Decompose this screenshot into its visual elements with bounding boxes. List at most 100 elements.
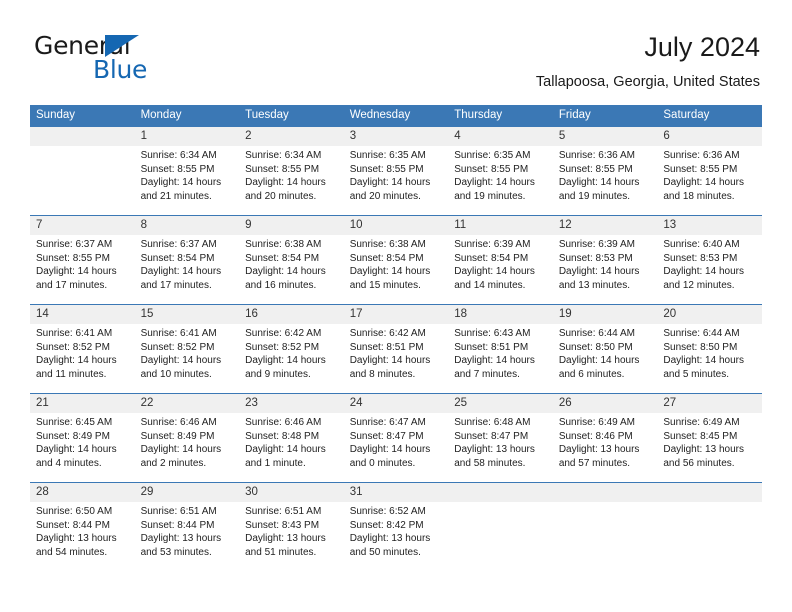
day-details: Sunrise: 6:46 AM Sunset: 8:49 PM Daylight:… [135, 413, 240, 470]
calendar-day-cell-empty [448, 482, 553, 572]
calendar-day-cell[interactable]: 10 Sunrise: 6:38 AM Sunset: 8:54 PM Dayligh… [343, 215, 449, 305]
day-number: 10 [343, 216, 449, 235]
day-details: Sunrise: 6:38 AM Sunset: 8:54 PM Daylight:… [344, 235, 449, 292]
daylight-duration-line2: and 53 minutes. [140, 546, 212, 558]
calendar-day-cell[interactable]: 6 Sunrise: 6:36 AM Sunset: 8:55 PM Daylight… [657, 126, 762, 216]
sunset-time: Sunset: 8:51 PM [454, 341, 529, 353]
daylight-duration-line2: and 19 minutes. [558, 190, 630, 202]
sunrise-time: Sunrise: 6:49 AM [663, 417, 740, 428]
daylight-duration-line2: and 1 minute. [245, 457, 306, 469]
daylight-duration-line2: and 0 minutes. [349, 457, 416, 469]
daylight-duration-line1: Daylight: 14 hours [349, 177, 431, 189]
sunset-time: Sunset: 8:54 PM [140, 252, 215, 264]
day-number: 5 [552, 127, 658, 146]
general-blue-logo[interactable]: General Blue [34, 32, 264, 94]
calendar-day-cell[interactable]: 7 Sunrise: 6:37 AM Sunset: 8:55 PM Daylight… [30, 215, 135, 305]
daylight-duration-line1: Daylight: 14 hours [349, 355, 431, 367]
calendar-day-cell[interactable]: 2 Sunrise: 6:34 AM Sunset: 8:55 PM Daylight… [239, 126, 344, 216]
day-details: Sunrise: 6:46 AM Sunset: 8:48 PM Daylight:… [239, 413, 344, 470]
sunrise-time: Sunrise: 6:37 AM [36, 239, 113, 250]
calendar-table: Sunday Monday Tuesday Wednesday Thursday… [30, 105, 762, 572]
daylight-duration-line2: and 51 minutes. [245, 546, 317, 558]
sunset-time: Sunset: 8:50 PM [558, 341, 633, 353]
sunrise-time: Sunrise: 6:47 AM [349, 417, 426, 428]
day-details: Sunrise: 6:42 AM Sunset: 8:51 PM Daylight:… [344, 324, 449, 381]
daylight-duration-line1: Daylight: 14 hours [245, 444, 326, 456]
sunrise-time: Sunrise: 6:36 AM [558, 150, 635, 161]
sunset-time: Sunset: 8:55 PM [558, 163, 633, 175]
day-details: Sunrise: 6:48 AM Sunset: 8:47 PM Daylight:… [448, 413, 553, 470]
calendar-day-cell[interactable]: 15 Sunrise: 6:41 AM Sunset: 8:52 PM Dayligh… [134, 304, 240, 394]
day-details: Sunrise: 6:35 AM Sunset: 8:55 PM Daylight:… [344, 146, 449, 203]
calendar-day-cell[interactable]: 29 Sunrise: 6:51 AM Sunset: 8:44 PM Dayligh… [134, 482, 240, 572]
sunrise-time: Sunrise: 6:39 AM [454, 239, 531, 250]
calendar-day-cell[interactable]: 21 Sunrise: 6:45 AM Sunset: 8:49 PM Dayligh… [30, 393, 135, 483]
daylight-duration-line1: Daylight: 13 hours [140, 533, 222, 545]
calendar-day-cell[interactable]: 11 Sunrise: 6:39 AM Sunset: 8:54 PM Dayligh… [448, 215, 553, 305]
day-details: Sunrise: 6:37 AM Sunset: 8:54 PM Daylight:… [135, 235, 240, 292]
day-number: 15 [134, 305, 240, 324]
sunset-time: Sunset: 8:45 PM [663, 430, 738, 442]
daylight-duration-line2: and 11 minutes. [36, 368, 107, 380]
daylight-duration-line2: and 56 minutes. [663, 457, 735, 469]
calendar-day-cell[interactable]: 19 Sunrise: 6:44 AM Sunset: 8:50 PM Dayligh… [552, 304, 658, 394]
sunset-time: Sunset: 8:49 PM [140, 430, 215, 442]
calendar-day-cell[interactable]: 18 Sunrise: 6:43 AM Sunset: 8:51 PM Dayligh… [448, 304, 553, 394]
daylight-duration-line2: and 19 minutes. [454, 190, 526, 202]
daylight-duration-line2: and 9 minutes. [245, 368, 311, 380]
calendar-day-cell[interactable]: 17 Sunrise: 6:42 AM Sunset: 8:51 PM Dayligh… [343, 304, 449, 394]
sunrise-time: Sunrise: 6:38 AM [349, 239, 426, 250]
daylight-duration-line1: Daylight: 13 hours [349, 533, 431, 545]
daylight-duration-line1: Daylight: 14 hours [36, 444, 117, 456]
calendar-day-cell[interactable]: 12 Sunrise: 6:39 AM Sunset: 8:53 PM Dayligh… [552, 215, 658, 305]
day-number: 23 [239, 394, 344, 413]
calendar-day-cell[interactable]: 31 Sunrise: 6:52 AM Sunset: 8:42 PM Dayligh… [343, 482, 449, 572]
calendar-day-cell[interactable]: 20 Sunrise: 6:44 AM Sunset: 8:50 PM Dayligh… [657, 304, 762, 394]
sunset-time: Sunset: 8:52 PM [140, 341, 215, 353]
sunset-time: Sunset: 8:53 PM [663, 252, 738, 264]
day-details: Sunrise: 6:38 AM Sunset: 8:54 PM Daylight:… [239, 235, 344, 292]
calendar-day-cell-empty [657, 482, 762, 572]
sunrise-time: Sunrise: 6:50 AM [36, 506, 113, 517]
day-details: Sunrise: 6:41 AM Sunset: 8:52 PM Daylight:… [135, 324, 240, 381]
daylight-duration-line1: Daylight: 14 hours [140, 177, 222, 189]
day-number: 9 [239, 216, 344, 235]
calendar-day-cell-empty [552, 482, 658, 572]
calendar-day-cell[interactable]: 14 Sunrise: 6:41 AM Sunset: 8:52 PM Dayligh… [30, 304, 135, 394]
day-number: 20 [657, 305, 762, 324]
calendar-day-cell[interactable]: 9 Sunrise: 6:38 AM Sunset: 8:54 PM Daylight… [239, 215, 344, 305]
calendar-day-cell[interactable]: 27 Sunrise: 6:49 AM Sunset: 8:45 PM Dayligh… [657, 393, 762, 483]
calendar-day-cell[interactable]: 16 Sunrise: 6:42 AM Sunset: 8:52 PM Dayligh… [239, 304, 344, 394]
sunrise-time: Sunrise: 6:34 AM [140, 150, 217, 161]
daylight-duration-line1: Daylight: 13 hours [663, 444, 744, 456]
sunset-time: Sunset: 8:51 PM [349, 341, 424, 353]
calendar-day-cell[interactable]: 30 Sunrise: 6:51 AM Sunset: 8:43 PM Dayligh… [239, 482, 344, 572]
calendar-day-cell[interactable]: 25 Sunrise: 6:48 AM Sunset: 8:47 PM Dayligh… [448, 393, 553, 483]
calendar-day-cell[interactable]: 8 Sunrise: 6:37 AM Sunset: 8:54 PM Daylight… [134, 215, 240, 305]
daylight-duration-line2: and 14 minutes. [454, 279, 526, 291]
sunset-time: Sunset: 8:55 PM [663, 163, 738, 175]
daylight-duration-line2: and 20 minutes. [349, 190, 421, 202]
day-number: 6 [657, 127, 762, 146]
calendar-day-cell-empty [30, 126, 135, 216]
day-number: 18 [448, 305, 553, 324]
calendar-day-cell[interactable]: 13 Sunrise: 6:40 AM Sunset: 8:53 PM Dayligh… [657, 215, 762, 305]
daylight-duration-line2: and 54 minutes. [36, 546, 108, 558]
calendar-day-cell[interactable]: 1 Sunrise: 6:34 AM Sunset: 8:55 PM Daylight… [134, 126, 240, 216]
day-details: Sunrise: 6:49 AM Sunset: 8:45 PM Daylight:… [657, 413, 762, 470]
calendar-day-cell[interactable]: 4 Sunrise: 6:35 AM Sunset: 8:55 PM Daylight… [448, 126, 553, 216]
calendar-day-cell[interactable]: 3 Sunrise: 6:35 AM Sunset: 8:55 PM Daylight… [343, 126, 449, 216]
calendar-day-cell[interactable]: 5 Sunrise: 6:36 AM Sunset: 8:55 PM Daylight… [552, 126, 658, 216]
calendar-day-cell[interactable]: 24 Sunrise: 6:47 AM Sunset: 8:47 PM Dayligh… [343, 393, 449, 483]
calendar-day-cell[interactable]: 23 Sunrise: 6:46 AM Sunset: 8:48 PM Dayligh… [239, 393, 344, 483]
calendar-day-cell[interactable]: 26 Sunrise: 6:49 AM Sunset: 8:46 PM Dayligh… [552, 393, 658, 483]
sunrise-time: Sunrise: 6:36 AM [663, 150, 740, 161]
calendar-day-cell[interactable]: 28 Sunrise: 6:50 AM Sunset: 8:44 PM Dayligh… [30, 482, 135, 572]
daylight-duration-line2: and 8 minutes. [349, 368, 416, 380]
calendar-day-cell[interactable]: 22 Sunrise: 6:46 AM Sunset: 8:49 PM Dayligh… [134, 393, 240, 483]
sunset-time: Sunset: 8:50 PM [663, 341, 738, 353]
daylight-duration-line1: Daylight: 14 hours [663, 177, 744, 189]
daylight-duration-line2: and 21 minutes. [140, 190, 212, 202]
day-number: 2 [239, 127, 344, 146]
day-details: Sunrise: 6:41 AM Sunset: 8:52 PM Daylight:… [30, 324, 135, 381]
